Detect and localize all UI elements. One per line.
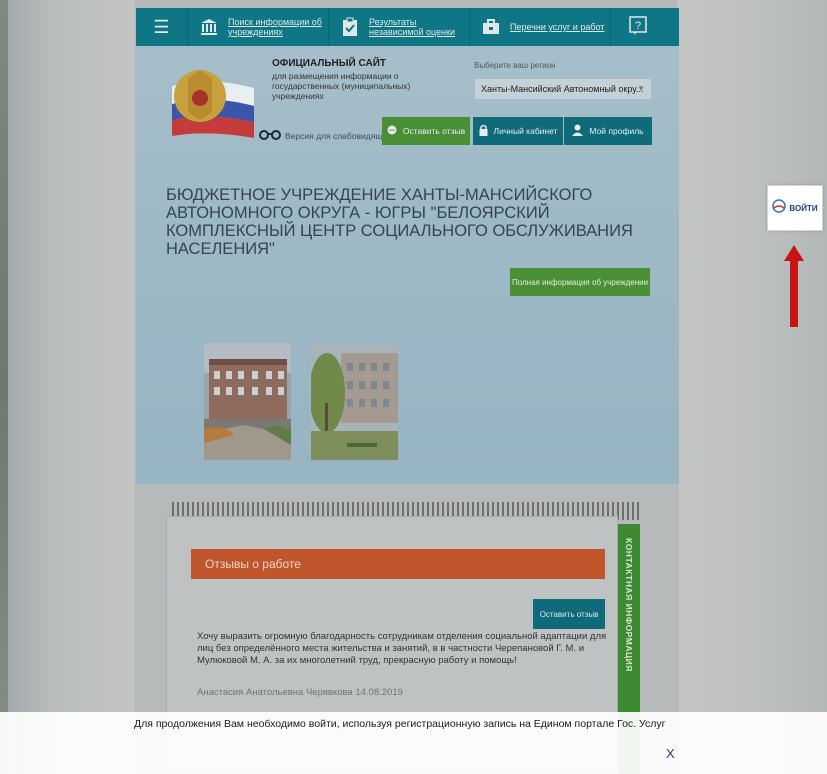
reviews-header: Отзывы о работе bbox=[191, 549, 605, 579]
personal-cabinet-button[interactable]: Личный кабинет bbox=[473, 117, 563, 145]
clipboard-check-icon bbox=[339, 16, 361, 38]
site-title: ОФИЦИАЛЬНЫЙ САЙТ bbox=[272, 58, 387, 69]
svg-text:?: ? bbox=[635, 20, 641, 32]
institution-icon bbox=[198, 16, 220, 38]
leave-feedback-button[interactable]: Оставить отзыв bbox=[382, 117, 470, 145]
review-text: Хочу выразить огромную благодарность сот… bbox=[197, 631, 607, 666]
nav-item-label: Результаты независимой оценки bbox=[369, 17, 455, 37]
nav-item-search[interactable]: Поиск информации об учреждениях bbox=[188, 8, 329, 46]
user-icon bbox=[572, 124, 584, 138]
nav-item-label: Перечни услуг и работ bbox=[510, 22, 605, 32]
nav-item-results[interactable]: Результаты независимой оценки bbox=[329, 8, 470, 46]
top-navigation: ☰ Поиск информации об учреждениях Резуль… bbox=[136, 8, 679, 46]
nav-item-label: Поиск информации об учреждениях bbox=[228, 17, 322, 37]
glasses-icon bbox=[259, 130, 281, 142]
region-label: Выберите ваш регион bbox=[474, 61, 556, 70]
low-vision-link[interactable]: Версия для слабовидящих bbox=[259, 130, 391, 142]
help-button[interactable]: ? bbox=[611, 8, 665, 46]
personal-cabinet-label: Личный кабинет bbox=[493, 126, 558, 136]
gosuslugi-logo-icon bbox=[772, 198, 787, 218]
coat-of-arms-logo bbox=[168, 56, 258, 142]
building-photo[interactable] bbox=[311, 343, 398, 460]
page-background-left bbox=[0, 0, 135, 774]
full-info-button[interactable]: Полная информация об учреждении bbox=[510, 268, 650, 296]
red-arrow-annotation bbox=[784, 245, 804, 327]
menu-button[interactable]: ☰ bbox=[136, 8, 188, 46]
help-icon: ? bbox=[629, 16, 647, 38]
login-label: ВОЙТИ bbox=[789, 203, 818, 213]
low-vision-label: Версия для слабовидящих bbox=[285, 131, 392, 141]
chevron-down-icon: ▼ bbox=[637, 84, 645, 93]
review-author: Анастасия Анатольевна Черявкова 14.08.20… bbox=[197, 687, 403, 698]
my-profile-label: Мой профиль bbox=[589, 126, 644, 136]
speech-bubble-icon bbox=[387, 125, 397, 137]
login-notice-banner: Для продолжения Вам необходимо войти, ис… bbox=[0, 712, 827, 774]
site-subtitle: для размещения информации о государствен… bbox=[272, 71, 411, 101]
page-background-strip bbox=[0, 0, 8, 774]
region-selected-value: Ханты-Мансийский Автономный окру... bbox=[481, 84, 644, 94]
briefcase-icon bbox=[480, 16, 502, 38]
my-profile-button[interactable]: Мой профиль bbox=[564, 117, 652, 145]
lock-icon bbox=[479, 124, 488, 138]
leave-review-button[interactable]: Оставить отзыв bbox=[533, 599, 605, 629]
region-select[interactable]: Ханты-Мансийский Автономный окру... ▼ bbox=[474, 78, 652, 100]
hamburger-icon: ☰ bbox=[153, 17, 170, 37]
main-panel: ☰ Поиск информации об учреждениях Резуль… bbox=[136, 8, 679, 484]
page-background-right bbox=[677, 0, 827, 774]
nav-item-services[interactable]: Перечни услуг и работ bbox=[470, 8, 611, 46]
leave-feedback-label: Оставить отзыв bbox=[402, 126, 466, 136]
login-notice-text: Для продолжения Вам необходимо войти, ис… bbox=[134, 718, 666, 730]
building-photo[interactable] bbox=[204, 343, 291, 460]
close-notice-button[interactable]: X bbox=[666, 746, 675, 761]
login-widget[interactable]: ВОЙТИ bbox=[767, 185, 823, 231]
organization-name: БЮДЖЕТНОЕ УЧРЕЖДЕНИЕ ХАНТЫ-МАНСИЙСКОГО А… bbox=[166, 186, 633, 258]
